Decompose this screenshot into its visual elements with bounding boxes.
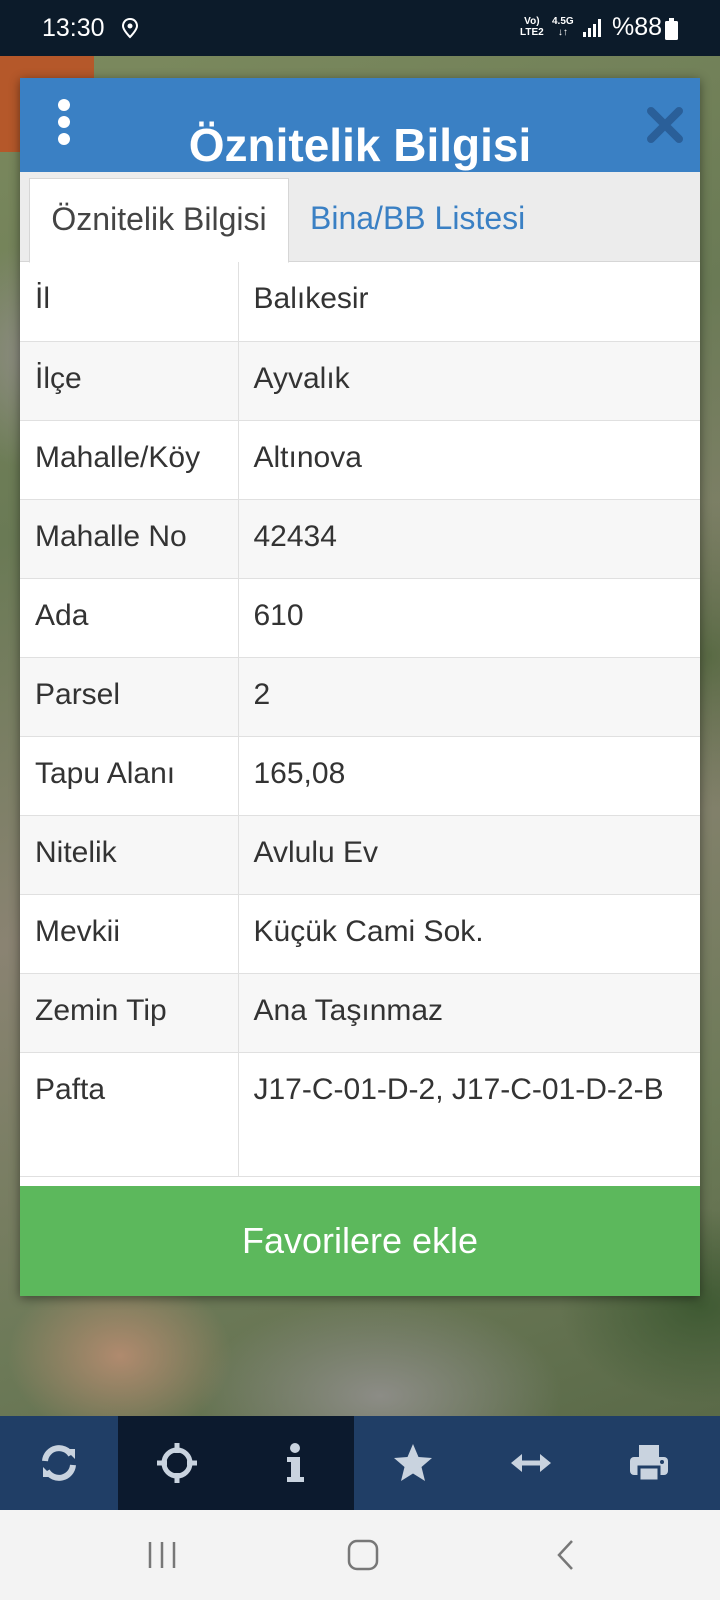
row-value: Küçük Cami Sok. [238,894,700,974]
tab-attribute-info[interactable]: Öznitelik Bilgisi [29,178,289,263]
table-row: Tapu Alanı 165,08 [20,736,700,816]
favorites-button[interactable] [354,1416,472,1510]
add-to-favorites-button[interactable]: Favorilere ekle [20,1186,700,1296]
row-value: 42434 [238,499,700,579]
table-row: İl Balıkesir [20,262,700,342]
row-key: Mevkii [20,894,239,974]
row-value: 610 [238,578,700,658]
info-icon [287,1443,304,1482]
row-value: Avlulu Ev [238,815,700,895]
dialog-tabs: Öznitelik Bilgisi Bina/BB Listesi [20,172,700,263]
status-bar: 13:30 Vo) LTE2 4.5G ↓↑ %88 [0,0,720,56]
back-button[interactable] [536,1532,596,1578]
home-button[interactable] [333,1532,393,1578]
row-key: İlçe [20,341,239,421]
row-key: Parsel [20,657,239,737]
network-type-indicator: 4.5G ↓↑ [552,16,574,38]
battery-percent: %88 [612,13,663,41]
tab-building-list[interactable]: Bina/BB Listesi [310,178,570,263]
table-row: İlçe Ayvalık [20,341,700,421]
back-icon [557,1540,573,1570]
star-icon [394,1444,432,1481]
print-icon [630,1445,668,1483]
row-value: J17-C-01-D-2, J17-C-01-D-2-B [238,1052,700,1177]
attribute-dialog: Öznitelik Bilgisi Öznitelik Bilgisi Bina… [20,78,700,1296]
row-key: İl [20,262,239,342]
status-time: 13:30 [42,14,105,42]
table-row: Parsel 2 [20,657,700,737]
row-key: Zemin Tip [20,973,239,1053]
row-key: Mahalle No [20,499,239,579]
row-key: Nitelik [20,815,239,895]
measure-icon [511,1454,551,1472]
table-row: Mahalle/Köy Altınova [20,420,700,500]
measure-button[interactable] [472,1416,590,1510]
attribute-table: İl Balıkesir İlçe Ayvalık Mahalle/Köy Al… [20,262,700,1177]
home-icon [347,1539,379,1571]
refresh-button[interactable] [0,1416,118,1510]
recent-apps-icon [148,1542,176,1568]
system-navigation-bar [0,1510,720,1600]
row-value: Altınova [238,420,700,500]
info-button[interactable] [236,1416,354,1510]
close-icon[interactable] [646,106,684,144]
table-row: Mahalle No 42434 [20,499,700,579]
row-key: Pafta [20,1052,239,1177]
row-key: Mahalle/Köy [20,420,239,500]
row-key: Tapu Alanı [20,736,239,816]
print-button[interactable] [590,1416,708,1510]
row-key: Ada [20,578,239,658]
bottom-toolbar [0,1416,720,1510]
row-value: Balıkesir [238,262,700,342]
recent-apps-button[interactable] [132,1532,192,1578]
dialog-header: Öznitelik Bilgisi [20,78,700,172]
row-value: Ana Taşınmaz [238,973,700,1053]
row-value: 165,08 [238,736,700,816]
refresh-icon [42,1445,76,1481]
dialog-title: Öznitelik Bilgisi [188,119,532,171]
location-icon [121,17,139,39]
table-row: Pafta J17-C-01-D-2, J17-C-01-D-2-B [20,1052,700,1177]
row-value: Ayvalık [238,341,700,421]
network-indicator: Vo) LTE2 [520,16,544,38]
locate-button[interactable] [118,1416,236,1510]
signal-icon [583,19,601,37]
crosshair-icon [157,1443,197,1483]
battery-icon [665,18,678,40]
row-value: 2 [238,657,700,737]
table-row: Nitelik Avlulu Ev [20,815,700,895]
table-row: Zemin Tip Ana Taşınmaz [20,973,700,1053]
table-row: Mevkii Küçük Cami Sok. [20,894,700,974]
table-row: Ada 610 [20,578,700,658]
